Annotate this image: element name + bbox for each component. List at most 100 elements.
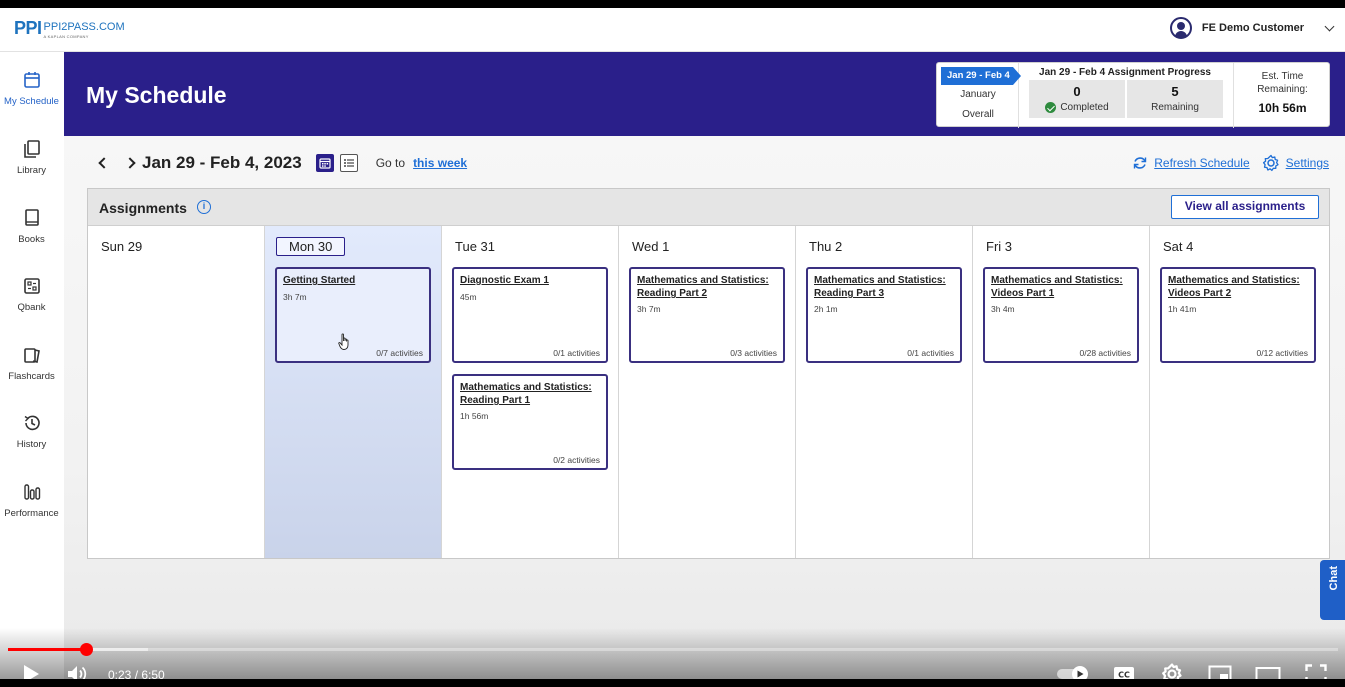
page-title: My Schedule bbox=[86, 82, 227, 108]
assignment-card[interactable]: Mathematics and Statistics: Videos Part … bbox=[983, 267, 1139, 363]
assignment-activities: 0/2 activities bbox=[553, 455, 600, 465]
previous-week-icon[interactable] bbox=[98, 157, 110, 169]
day-column-tue: Tue 31 Diagnostic Exam 1 45m 0/1 activit… bbox=[442, 226, 619, 558]
sidebar-item-history[interactable]: History bbox=[0, 407, 63, 469]
info-icon[interactable]: i bbox=[197, 200, 211, 214]
assignment-activities: 0/12 activities bbox=[1256, 348, 1309, 358]
period-option-selected[interactable]: Jan 29 - Feb 4 bbox=[941, 67, 1021, 85]
captions-icon[interactable]: CC bbox=[1113, 665, 1135, 679]
this-week-link[interactable]: this week bbox=[413, 156, 467, 170]
next-week-icon[interactable] bbox=[124, 157, 136, 169]
remaining-count: 5 bbox=[1171, 84, 1179, 99]
sidebar-item-books[interactable]: Books bbox=[0, 202, 63, 264]
period-selector: Jan 29 - Feb 4 January Overall bbox=[937, 63, 1021, 128]
refresh-schedule-link[interactable]: Refresh Schedule bbox=[1154, 156, 1249, 170]
assignments-panel: Assignments i View all assignments Sun 2… bbox=[87, 188, 1330, 559]
logo-mark: PPI bbox=[14, 18, 42, 38]
progress-bar[interactable] bbox=[8, 648, 1338, 651]
assignment-title[interactable]: Mathematics and Statistics: Videos Part … bbox=[1168, 274, 1310, 300]
check-circle-icon bbox=[1045, 102, 1057, 113]
assignment-title[interactable]: Mathematics and Statistics: Videos Part … bbox=[991, 274, 1133, 300]
assignment-duration: 3h 7m bbox=[637, 304, 661, 314]
assignment-duration: 3h 7m bbox=[283, 292, 307, 302]
schedule-content: Jan 29 - Feb 4, 2023 Go to this week Ref… bbox=[64, 136, 1345, 679]
sidebar-item-flashcards[interactable]: Flashcards bbox=[0, 339, 63, 401]
remaining-label: Remaining bbox=[1151, 102, 1199, 113]
assignment-activities: 0/3 activities bbox=[730, 348, 777, 358]
settings-gear-icon[interactable] bbox=[1262, 154, 1280, 172]
sidebar-item-performance[interactable]: Performance bbox=[0, 476, 63, 538]
sidebar-item-my-schedule[interactable]: My Schedule bbox=[0, 64, 63, 126]
theater-mode-icon[interactable] bbox=[1255, 665, 1281, 679]
completed-stat: 0 Completed bbox=[1029, 80, 1125, 118]
sidebar-item-library[interactable]: Library bbox=[0, 133, 63, 195]
period-option-overall[interactable]: Overall bbox=[937, 109, 1019, 120]
assignment-activities: 0/1 activities bbox=[553, 348, 600, 358]
chat-label: Chat bbox=[1328, 566, 1340, 591]
assignment-title[interactable]: Mathematics and Statistics: Reading Part… bbox=[814, 274, 956, 300]
chevron-down-icon[interactable] bbox=[1324, 21, 1335, 31]
assignment-activities: 0/28 activities bbox=[1079, 348, 1132, 358]
view-all-assignments-button[interactable]: View all assignments bbox=[1171, 195, 1319, 219]
remaining-stat: 5 Remaining bbox=[1127, 80, 1223, 118]
volume-icon[interactable] bbox=[66, 664, 88, 679]
calendar-view-icon[interactable] bbox=[315, 154, 334, 172]
user-menu[interactable]: FE Demo Customer bbox=[1169, 17, 1335, 39]
assignment-card[interactable]: Mathematics and Statistics: Reading Part… bbox=[452, 374, 608, 470]
logo-site: PPI2PASS.COM bbox=[43, 21, 125, 33]
sidebar-item-qbank[interactable]: Qbank bbox=[0, 270, 63, 332]
autoplay-toggle-icon[interactable] bbox=[1056, 665, 1092, 679]
assignment-duration: 45m bbox=[460, 292, 477, 302]
sidebar-item-label: Books bbox=[18, 234, 45, 245]
miniplayer-icon[interactable] bbox=[1208, 665, 1232, 679]
assignments-title: Assignments bbox=[99, 200, 187, 216]
library-icon bbox=[23, 140, 40, 158]
day-label-today: Mon 30 bbox=[276, 237, 346, 256]
assignment-card[interactable]: Diagnostic Exam 1 45m 0/1 activities bbox=[452, 267, 608, 363]
app-frame: PPI PPI2PASS.COM A KAPLAN COMPANY FE Dem… bbox=[0, 8, 1345, 679]
settings-icon[interactable] bbox=[1161, 663, 1183, 679]
book-icon bbox=[24, 209, 39, 226]
day-label: Thu 2 bbox=[809, 239, 843, 254]
video-controls: 0:23 / 6:50 CC bbox=[0, 628, 1345, 679]
day-column-sat: Sat 4 Mathematics and Statistics: Videos… bbox=[1150, 226, 1329, 558]
assignment-activities: 0/1 activities bbox=[907, 348, 954, 358]
assignment-title[interactable]: Mathematics and Statistics: Reading Part… bbox=[460, 381, 602, 407]
sidebar-item-label: Performance bbox=[4, 508, 59, 519]
settings-link[interactable]: Settings bbox=[1286, 156, 1329, 170]
assignment-title[interactable]: Diagnostic Exam 1 bbox=[460, 274, 602, 287]
bar-chart-icon bbox=[23, 484, 40, 500]
assignment-card[interactable]: Getting Started 3h 7m 0/7 activities bbox=[275, 267, 431, 363]
sidebar-item-label: Library bbox=[16, 165, 47, 176]
play-icon[interactable] bbox=[22, 664, 40, 679]
assignment-card[interactable]: Mathematics and Statistics: Reading Part… bbox=[806, 267, 962, 363]
list-view-icon[interactable] bbox=[339, 154, 358, 172]
assignment-card[interactable]: Mathematics and Statistics: Videos Part … bbox=[1160, 267, 1316, 363]
est-time-label: Est. Time Remaining: bbox=[1257, 71, 1308, 95]
assignment-title[interactable]: Mathematics and Statistics: Reading Part… bbox=[637, 274, 779, 300]
history-icon bbox=[24, 415, 40, 431]
refresh-icon[interactable] bbox=[1132, 155, 1148, 171]
chat-button[interactable]: Chat bbox=[1320, 560, 1345, 620]
day-column-wed: Wed 1 Mathematics and Statistics: Readin… bbox=[619, 226, 796, 558]
week-navigation: Jan 29 - Feb 4, 2023 Go to this week bbox=[94, 152, 467, 174]
assignment-duration: 1h 41m bbox=[1168, 304, 1197, 314]
day-label: Sun 29 bbox=[101, 239, 143, 254]
assignments-header: Assignments i View all assignments bbox=[88, 189, 1329, 226]
week-range: Jan 29 - Feb 4, 2023 bbox=[142, 153, 302, 172]
scrubber-handle[interactable] bbox=[79, 643, 93, 656]
user-name: FE Demo Customer bbox=[1201, 22, 1304, 34]
ppi-logo[interactable]: PPI PPI2PASS.COM A KAPLAN COMPANY bbox=[14, 18, 125, 39]
assignment-card[interactable]: Mathematics and Statistics: Reading Part… bbox=[629, 267, 785, 363]
est-time-value: 10h 56m bbox=[1258, 101, 1307, 115]
assignment-title[interactable]: Getting Started bbox=[283, 274, 425, 287]
day-label: Wed 1 bbox=[632, 239, 670, 254]
day-label: Sat 4 bbox=[1163, 239, 1194, 254]
qbank-icon bbox=[23, 278, 40, 294]
top-bar: PPI PPI2PASS.COM A KAPLAN COMPANY FE Dem… bbox=[0, 8, 1345, 52]
assignment-duration: 2h 1m bbox=[814, 304, 838, 314]
calendar-icon bbox=[23, 72, 40, 88]
period-option-january[interactable]: January bbox=[937, 89, 1019, 100]
fullscreen-icon[interactable] bbox=[1305, 664, 1327, 679]
flashcards-icon bbox=[23, 348, 40, 363]
